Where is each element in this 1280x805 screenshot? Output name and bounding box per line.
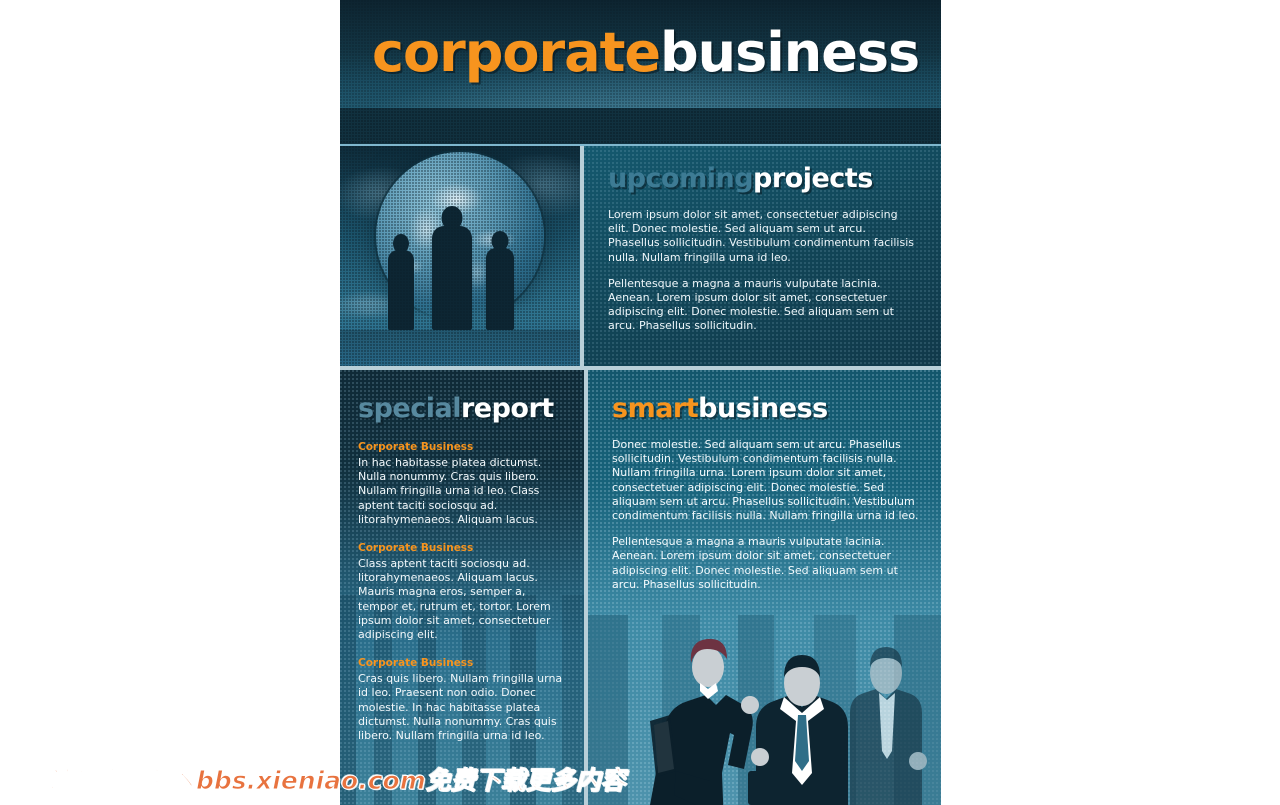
- news-headline: Corporate Business: [358, 542, 474, 555]
- list-item[interactable]: Corporate Business Cras quis libero. Nul…: [358, 656, 568, 743]
- title-text-special: special: [358, 393, 461, 424]
- special-report-list: Corporate Business In hac habitasse plat…: [358, 440, 568, 743]
- upcoming-paragraph-1: Lorem ipsum dolor sit amet, consectetuer…: [608, 208, 914, 264]
- upcoming-projects-body: Lorem ipsum dolor sit amet, consectetuer…: [608, 208, 919, 334]
- screenshot-canvas: corporatebusiness upcomingprojects Lorem…: [0, 0, 1280, 805]
- news-body: Class aptent taciti sociosqu ad. litorah…: [358, 557, 551, 642]
- list-item[interactable]: Corporate Business Class aptent taciti s…: [358, 541, 568, 642]
- upcoming-projects-panel: upcomingprojects Lorem ipsum dolor sit a…: [584, 146, 941, 366]
- smart-business-body: Donec molestie. Sed aliquam sem ut arcu.…: [612, 438, 919, 592]
- smart-business-title: smartbusiness: [612, 392, 919, 426]
- news-headline: Corporate Business: [358, 441, 474, 453]
- watermark-text: 访问血鸟社区bbs.xieniao.com免费下载更多内容: [46, 766, 627, 796]
- top-section: upcomingprojects Lorem ipsum dolor sit a…: [340, 146, 941, 366]
- silhouette-head: [441, 206, 463, 230]
- special-report-panel: specialreport Corporate Business In hac …: [340, 370, 584, 805]
- figure-left: [650, 638, 759, 805]
- title-text-business: business: [698, 393, 828, 424]
- silhouette-figure-center: [432, 206, 472, 330]
- bottom-section: specialreport Corporate Business In hac …: [340, 370, 941, 805]
- silhouette-figure-right: [486, 231, 514, 330]
- figure-center: [748, 655, 848, 805]
- logo-text-corporate: corporate: [372, 21, 661, 84]
- news-headline: Corporate Business: [358, 657, 474, 670]
- silhouette-head: [393, 234, 409, 253]
- site-logo[interactable]: corporatebusiness: [372, 21, 920, 84]
- list-item[interactable]: Corporate Business In hac habitasse plat…: [358, 440, 568, 527]
- figure-right: [850, 647, 927, 805]
- logo-text-business: business: [660, 21, 920, 84]
- title-text-upcoming: upcoming: [608, 163, 754, 194]
- navigation-band[interactable]: [340, 108, 941, 146]
- smart-paragraph-1: Donec molestie. Sed aliquam sem ut arcu.…: [612, 438, 919, 523]
- special-report-title: specialreport: [358, 392, 568, 426]
- news-body: Cras quis libero. Nullam fringilla urna …: [358, 672, 563, 743]
- upcoming-paragraph-2: Pellentesque a magna a mauris vulputate …: [608, 276, 894, 333]
- title-text-smart: smart: [612, 393, 699, 424]
- title-text-report: report: [460, 393, 554, 424]
- web-page-template: corporatebusiness upcomingprojects Lorem…: [340, 0, 941, 805]
- silhouette-figure-left: [388, 234, 414, 330]
- smart-business-panel: smartbusiness Donec molestie. Sed aliqua…: [588, 370, 941, 805]
- title-text-projects: projects: [753, 163, 873, 194]
- upcoming-projects-title: upcomingprojects: [608, 162, 919, 196]
- businessmen-illustration: [588, 575, 941, 805]
- businessmen-figures: [650, 638, 927, 805]
- news-body: In hac habitasse platea dictumst. Nulla …: [358, 456, 542, 526]
- site-header: corporatebusiness: [340, 0, 941, 108]
- hero-globe-image: [340, 146, 580, 366]
- silhouette-head: [491, 231, 509, 251]
- hero-reflection: [340, 330, 580, 366]
